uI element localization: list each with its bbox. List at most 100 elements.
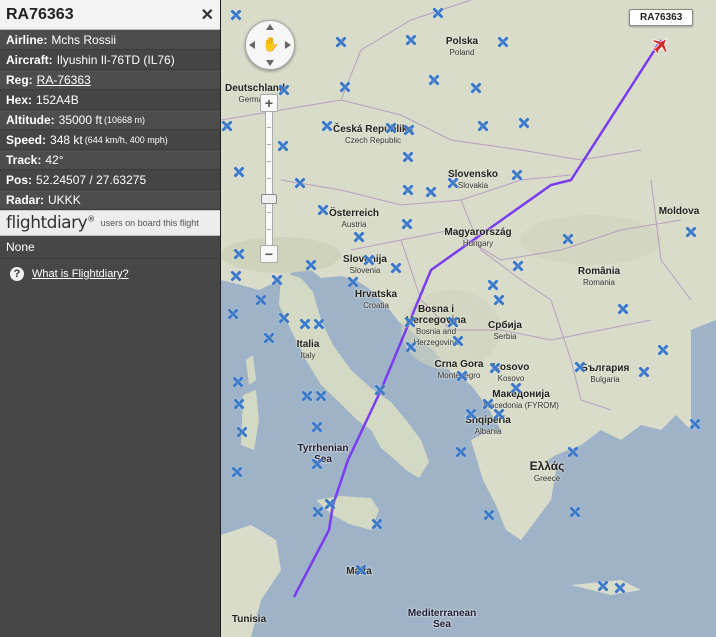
detail-row-position: Pos: 52.24507 / 27.63275 [0,170,220,190]
help-icon: ? [10,267,24,281]
pan-control[interactable]: ✋ [245,20,295,70]
detail-value: 42° [45,152,64,167]
airport-icon[interactable] [234,399,245,410]
map-label-tunisia: Tunisia [231,614,267,625]
airport-icon[interactable] [568,447,579,458]
airport-icon[interactable] [232,467,243,478]
airport-icon[interactable] [598,581,609,592]
close-icon[interactable]: ✕ [201,5,214,25]
detail-label: Reg: [6,72,33,87]
detail-label: Hex: [6,92,33,107]
zoom-out-button[interactable]: − [260,245,278,263]
airport-icon[interactable] [563,234,574,245]
airport-icon[interactable] [295,178,306,189]
airport-icon[interactable] [494,409,505,420]
airport-icon[interactable] [354,232,365,243]
airport-icon[interactable] [471,83,482,94]
zoom-in-button[interactable]: + [260,94,278,112]
airport-icon[interactable] [313,507,324,518]
zoom-slider-track[interactable] [265,111,273,246]
airport-icon[interactable] [639,367,650,378]
registration-link[interactable]: RA-76363 [37,73,91,87]
airport-icon[interactable] [386,123,397,134]
detail-label: Radar: [6,192,45,207]
airport-icon[interactable] [448,317,459,328]
airport-icon[interactable] [278,141,289,152]
airport-icon[interactable] [302,391,313,402]
airport-icon[interactable] [488,280,499,291]
airport-icon[interactable] [312,422,323,433]
pan-arrows-icon [249,24,291,66]
airport-icon[interactable] [306,260,317,271]
airport-icon[interactable] [364,255,375,266]
airport-icon[interactable] [686,227,697,238]
airport-icon[interactable] [300,319,311,330]
airport-icon[interactable] [618,304,629,315]
airport-icon[interactable] [340,82,351,93]
airport-icon[interactable] [498,37,509,48]
airport-icon[interactable] [406,342,417,353]
airport-icon[interactable] [403,185,414,196]
airport-icon[interactable] [348,277,359,288]
what-is-flightdiary-link[interactable]: What is Flightdiary? [32,268,129,280]
airport-icon[interactable] [312,459,323,470]
airport-icon[interactable] [231,10,242,21]
airport-icon[interactable] [318,205,329,216]
airport-icon[interactable] [513,261,524,272]
airport-icon[interactable] [231,271,242,282]
airport-icon[interactable] [272,275,283,286]
airport-icon[interactable] [402,219,413,230]
airport-icon[interactable] [316,391,327,402]
detail-value: UKKK [48,192,81,207]
airport-icon[interactable] [426,187,437,198]
airport-icon[interactable] [575,362,586,373]
airport-icon[interactable] [453,336,464,347]
airport-icon[interactable] [456,447,467,458]
airport-icon[interactable] [484,510,495,521]
airport-icon[interactable] [256,295,267,306]
airport-icon[interactable] [690,419,701,430]
airport-icon[interactable] [406,35,417,46]
airport-icon[interactable] [512,170,523,181]
airport-icon[interactable] [433,8,444,19]
airport-icon[interactable] [466,409,477,420]
airport-icon[interactable] [356,565,367,576]
airport-icon[interactable] [325,499,336,510]
airport-icon[interactable] [448,178,459,189]
airport-icon[interactable] [336,37,347,48]
detail-label: Aircraft: [6,52,53,67]
airport-icon[interactable] [403,152,414,163]
airport-icon[interactable] [314,319,325,330]
zoom-slider-handle[interactable] [261,194,277,204]
airport-icon[interactable] [494,295,505,306]
airport-icon[interactable] [234,167,245,178]
airport-icon[interactable] [322,121,333,132]
flight-info-panel: RA76363 ✕ Airline: Mchs Rossii Aircraft:… [0,0,221,637]
airport-icon[interactable] [237,427,248,438]
airport-icon[interactable] [570,507,581,518]
airport-icon[interactable] [372,519,383,530]
map-label-moldova: Moldova [658,206,700,217]
airport-icon[interactable] [405,317,416,328]
airport-icon[interactable] [279,313,290,324]
airport-icon[interactable] [519,118,530,129]
airport-icon[interactable] [478,121,489,132]
airport-icon[interactable] [429,75,440,86]
airport-icon[interactable] [233,377,244,388]
airport-icon[interactable] [658,345,669,356]
airport-icon[interactable] [391,263,402,274]
airport-icon[interactable] [404,125,415,136]
airport-icon[interactable] [279,85,290,96]
airport-icon[interactable] [375,385,386,396]
aircraft-callsign-label[interactable]: RA76363 [629,9,694,26]
map-view[interactable]: Deutschland Germany Polska Poland Česká Re… [221,0,716,637]
airport-icon[interactable] [490,363,501,374]
airport-icon[interactable] [228,309,239,320]
airport-icon[interactable] [615,583,626,594]
airport-icon[interactable] [483,399,494,410]
airport-icon[interactable] [264,333,275,344]
airport-icon[interactable] [222,121,233,132]
airport-icon[interactable] [234,249,245,260]
airport-icon[interactable] [457,371,468,382]
airport-icon[interactable] [511,383,522,394]
